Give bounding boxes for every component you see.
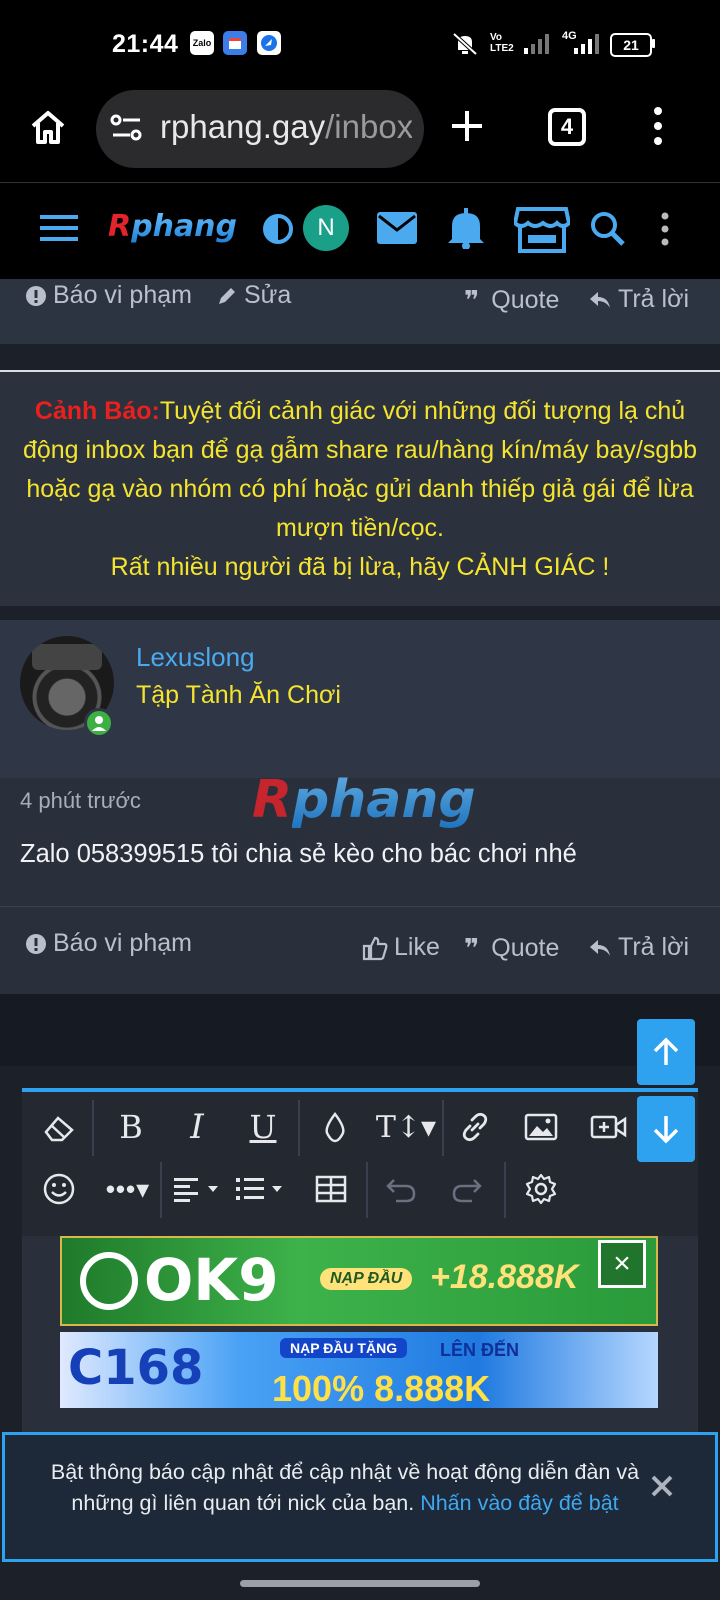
mute-bell-icon bbox=[452, 32, 478, 56]
browser-menu-icon[interactable] bbox=[652, 106, 664, 146]
align-icon[interactable] bbox=[170, 1164, 226, 1214]
alert-icon bbox=[26, 933, 46, 954]
editor-toolbar: B I U T↕▾ •••▾ bbox=[22, 1088, 698, 1240]
font-size-icon[interactable]: T↕▾ bbox=[370, 1102, 442, 1152]
clock: 21:44 bbox=[112, 30, 179, 58]
ad-badge: NẠP ĐẦU bbox=[320, 1268, 413, 1290]
site-logo[interactable]: Rphang bbox=[108, 209, 237, 244]
store-icon[interactable] bbox=[514, 205, 570, 253]
report-link[interactable]: Báo vi phạm bbox=[25, 929, 192, 958]
table-icon[interactable] bbox=[306, 1164, 356, 1214]
enable-notifications-link[interactable]: Nhấn vào đây để bật bbox=[420, 1491, 618, 1515]
settings-icon[interactable] bbox=[516, 1164, 566, 1214]
site-settings-icon[interactable] bbox=[110, 112, 144, 144]
post-content: Zalo 058399515 tôi chia sẻ kèo cho bác c… bbox=[20, 840, 577, 868]
close-icon[interactable] bbox=[649, 1473, 675, 1499]
watermark-logo: Rphang bbox=[252, 770, 476, 830]
online-status-icon bbox=[84, 708, 114, 738]
status-bar: 21:44 Zalo Vo LTE2 4G 21 bbox=[0, 0, 720, 90]
more-options-icon[interactable]: •••▾ bbox=[98, 1164, 158, 1214]
battery-icon: 21 bbox=[610, 33, 652, 57]
more-menu-icon[interactable] bbox=[659, 211, 671, 247]
emoji-icon[interactable] bbox=[34, 1164, 84, 1214]
text-color-icon[interactable] bbox=[310, 1102, 360, 1152]
quote-link[interactable]: ❞ Quote bbox=[464, 933, 559, 964]
author-title: Tập Tành Ăn Chơi bbox=[136, 681, 341, 709]
theme-toggle-icon[interactable] bbox=[262, 213, 294, 245]
video-icon[interactable] bbox=[584, 1102, 634, 1152]
volte-indicator: Vo LTE2 bbox=[490, 32, 514, 54]
tab-switcher-button[interactable]: 4 bbox=[548, 108, 586, 146]
reply-icon bbox=[590, 939, 610, 956]
alert-icon bbox=[26, 285, 46, 306]
notification-bell-icon[interactable] bbox=[446, 207, 486, 249]
edit-link[interactable]: Sửa bbox=[216, 281, 291, 310]
undo-icon[interactable] bbox=[376, 1164, 426, 1214]
post-time[interactable]: 4 phút trước bbox=[20, 788, 141, 814]
pencil-icon bbox=[219, 287, 235, 304]
hamburger-menu-icon[interactable] bbox=[40, 213, 78, 243]
ad-badge: NẠP ĐẦU TẶNG bbox=[280, 1338, 408, 1358]
quote-icon: ❞ bbox=[464, 285, 480, 315]
address-bar[interactable]: rphang.gay/inbox bbox=[96, 90, 424, 168]
ad-banner-c168[interactable]: C168 NẠP ĐẦU TẶNG LÊN ĐẾN 100% 8.888K bbox=[60, 1332, 658, 1408]
section-gap-2 bbox=[0, 606, 720, 620]
url-text[interactable]: rphang.gay/inbox bbox=[160, 108, 412, 146]
warning-line2: Rất nhiều người đã bị lừa, hãy CẢNH GIÁC… bbox=[110, 553, 610, 581]
reply-link[interactable]: Trả lời bbox=[588, 285, 689, 314]
post-actions: Báo vi phạm Like ❞ Quote Trả lời bbox=[0, 906, 720, 995]
ok9-logo-icon bbox=[80, 1252, 138, 1310]
arrow-down-icon bbox=[653, 1116, 679, 1144]
warning-banner: Cảnh Báo:Tuyệt đối cảnh giác với những đ… bbox=[0, 370, 720, 610]
redo-icon[interactable] bbox=[442, 1164, 492, 1214]
ad-banner-ok9[interactable]: OK9 NẠP ĐẦU +18.888K × bbox=[60, 1236, 658, 1326]
inbox-icon[interactable] bbox=[376, 211, 418, 245]
scroll-down-button[interactable] bbox=[637, 1096, 695, 1162]
warning-label: Cảnh Báo: bbox=[34, 397, 160, 425]
post-author-block: Lexuslong Tập Tành Ăn Chơi bbox=[0, 620, 720, 779]
bold-icon[interactable]: B bbox=[106, 1102, 156, 1152]
eraser-icon[interactable] bbox=[34, 1102, 84, 1152]
like-button[interactable]: Like bbox=[362, 933, 440, 962]
new-tab-icon[interactable] bbox=[450, 109, 484, 143]
browser-toolbar: rphang.gay/inbox 4 bbox=[0, 90, 720, 182]
report-link[interactable]: Báo vi phạm bbox=[25, 281, 192, 310]
previous-post-actions: Báo vi phạm Sửa ❞ Quote Trả lời bbox=[0, 279, 720, 344]
gesture-nav-handle[interactable] bbox=[240, 1580, 480, 1587]
quote-link[interactable]: ❞ Quote bbox=[464, 285, 559, 316]
image-icon[interactable] bbox=[516, 1102, 566, 1152]
link-icon[interactable] bbox=[450, 1102, 500, 1152]
home-icon[interactable] bbox=[28, 107, 68, 147]
signal-icon-1 bbox=[524, 34, 549, 54]
forum-navbar: Rphang N bbox=[0, 183, 720, 279]
search-icon[interactable] bbox=[590, 211, 626, 247]
ad-bonus: 100% 8.888K bbox=[272, 1368, 491, 1408]
ad-close-icon[interactable]: × bbox=[598, 1240, 646, 1288]
browser-icon bbox=[257, 31, 281, 55]
battery-tip bbox=[652, 39, 655, 48]
reply-icon bbox=[590, 291, 610, 308]
ad-brand: C168 bbox=[68, 1340, 204, 1396]
underline-icon[interactable]: U bbox=[238, 1102, 288, 1152]
ad-brand: OK9 bbox=[144, 1246, 279, 1314]
ad-bonus: +18.888K bbox=[430, 1258, 579, 1296]
italic-icon[interactable]: I bbox=[172, 1102, 222, 1152]
scroll-up-button[interactable] bbox=[637, 1019, 695, 1085]
author-username[interactable]: Lexuslong bbox=[136, 642, 255, 673]
user-avatar[interactable]: N bbox=[303, 205, 349, 251]
thumbs-up-icon bbox=[362, 936, 388, 960]
quote-icon: ❞ bbox=[464, 933, 480, 963]
zalo-icon: Zalo bbox=[190, 31, 214, 55]
section-gap-3 bbox=[0, 994, 720, 1066]
list-icon[interactable] bbox=[234, 1164, 290, 1214]
reply-link[interactable]: Trả lời bbox=[588, 933, 689, 962]
ad-bonus-label: LÊN ĐẾN bbox=[440, 1340, 520, 1360]
push-notification-banner: Bật thông báo cập nhật để cập nhật về ho… bbox=[2, 1432, 718, 1562]
section-gap bbox=[0, 344, 720, 370]
arrow-up-icon bbox=[653, 1037, 679, 1065]
signal-icon-2 bbox=[574, 34, 599, 54]
calendar-icon bbox=[223, 31, 247, 55]
post-body: 4 phút trước Rphang Zalo 058399515 tôi c… bbox=[0, 770, 720, 906]
